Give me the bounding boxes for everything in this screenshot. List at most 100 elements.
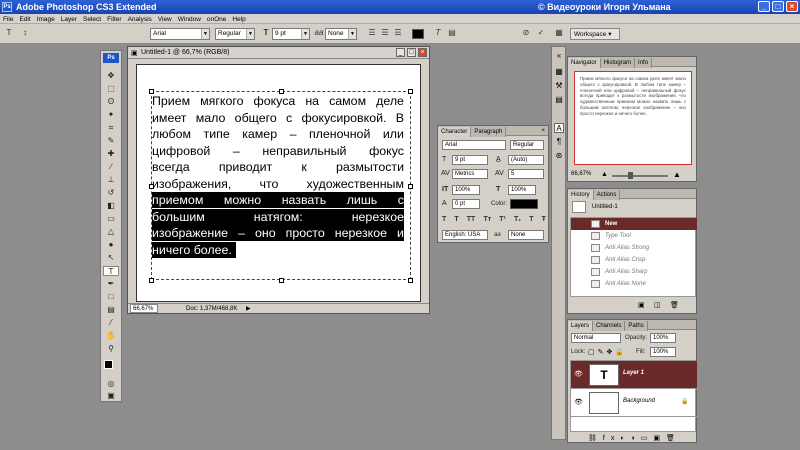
history-item[interactable]: Anti Alias Strong	[571, 242, 697, 254]
doc-close-icon[interactable]: ×	[418, 48, 427, 57]
char-vscale-field[interactable]: 100%	[452, 185, 480, 195]
font-family-select[interactable]: Arial ▼	[150, 28, 210, 40]
text-line[interactable]: большим натягом: нерезкое	[152, 208, 404, 225]
marquee-tool-icon[interactable]: ⬚	[103, 84, 119, 94]
bbox-handle[interactable]	[149, 89, 154, 94]
text-color-swatch[interactable]	[412, 29, 424, 39]
eyedropper-icon[interactable]: ⁄	[103, 318, 119, 328]
char-antialias-select[interactable]: None	[508, 230, 544, 240]
align-right-icon[interactable]: ☰	[393, 28, 403, 38]
cancel-edit-icon[interactable]: ⊘	[520, 28, 532, 38]
clone-source-icon[interactable]: ⊛	[554, 151, 564, 161]
bbox-handle[interactable]	[279, 89, 284, 94]
path-select-icon[interactable]: ↖	[103, 253, 119, 263]
gradient-tool-icon[interactable]: ▭	[103, 214, 119, 224]
character-dock-icon[interactable]: A	[554, 123, 564, 133]
bbox-handle[interactable]	[408, 184, 413, 189]
blur-tool-icon[interactable]: △	[103, 227, 119, 237]
snapshot-thumbnail[interactable]	[572, 201, 586, 213]
brushes-icon[interactable]: ▦	[553, 28, 565, 38]
opacity-field[interactable]: 100%	[650, 333, 676, 343]
navigator-zoom[interactable]: 66,67%	[571, 171, 591, 177]
notes-tool-icon[interactable]: ▤	[103, 305, 119, 315]
hand-tool-icon[interactable]: ✋	[103, 331, 119, 341]
crop-tool-icon[interactable]: ⌗	[103, 123, 119, 133]
lasso-tool-icon[interactable]: ʘ	[103, 97, 119, 107]
typo-style-button[interactable]: T₁	[514, 215, 521, 225]
text-line[interactable]: приемом можно назвать лишь с	[152, 192, 404, 208]
tab-character[interactable]: Character	[438, 127, 472, 137]
doc-minimize-icon[interactable]: _	[396, 48, 405, 57]
text-line[interactable]: изображение – оно просто нерезкое и	[152, 225, 404, 241]
typo-style-button[interactable]: TT	[467, 215, 476, 225]
brush-tool-icon[interactable]: ∕	[103, 162, 119, 172]
text-line[interactable]: цифровой – неправильный фокус	[152, 143, 404, 159]
history-item[interactable]: Anti Alias Crisp	[571, 254, 697, 266]
lock-icons[interactable]: ▢✎✥🔒	[588, 348, 627, 356]
magic-wand-icon[interactable]: ✦	[103, 110, 119, 120]
char-font-select[interactable]: Arial	[442, 140, 506, 150]
history-item[interactable]: Anti Alias Sharp	[571, 266, 697, 278]
tab-actions[interactable]: Actions	[593, 190, 621, 200]
doc-maximize-icon[interactable]: □	[407, 48, 416, 57]
tab-history[interactable]: History	[568, 190, 594, 200]
font-size-select[interactable]: 9 pt ▼	[272, 28, 310, 40]
visibility-eye-icon[interactable]: 👁	[574, 398, 583, 406]
layer-name[interactable]: Background	[623, 398, 655, 404]
align-center-icon[interactable]: ☰	[380, 28, 390, 38]
zoom-out-icon[interactable]: ▲	[601, 171, 608, 179]
text-bounding-box[interactable]: Прием мягкого фокуса на самом деле имеет мало об…	[149, 89, 413, 283]
toggle-panels-icon[interactable]: ▤	[446, 28, 458, 38]
typo-style-button[interactable]: T	[529, 215, 533, 225]
move-tool-icon[interactable]: ✥	[103, 71, 119, 81]
slice-tool-icon[interactable]: ✎	[103, 136, 119, 146]
visibility-eye-icon[interactable]: 👁	[574, 370, 583, 378]
typo-style-button[interactable]: T¹	[499, 215, 506, 225]
text-orientation-icon[interactable]: ↕	[20, 28, 30, 38]
char-kerning-field[interactable]: Metrics	[452, 169, 488, 179]
layer-comps-icon[interactable]: ▤	[554, 95, 564, 105]
blend-mode-select[interactable]: Normal	[571, 333, 621, 343]
font-style-select[interactable]: Regular ▼	[215, 28, 255, 40]
snapshot-label[interactable]: Untitled-1	[592, 202, 618, 212]
history-item[interactable]: New	[571, 218, 697, 230]
bbox-handle[interactable]	[279, 278, 284, 283]
stamp-tool-icon[interactable]: ⊥	[103, 175, 119, 185]
align-left-icon[interactable]: ☰	[367, 28, 377, 38]
tab-navigator[interactable]: Navigator	[568, 58, 601, 68]
tab-paths[interactable]: Paths	[625, 321, 648, 331]
brushes-dock-icon[interactable]: ▦	[554, 67, 564, 77]
char-size-field[interactable]: 9 pt	[452, 155, 488, 165]
navigator-preview[interactable]: Прием мягкого фокуса на самом деле имеет…	[574, 71, 692, 165]
type-tool-active-icon[interactable]: T	[103, 266, 119, 276]
typo-style-button[interactable]: T	[442, 215, 446, 225]
bbox-handle[interactable]	[408, 278, 413, 283]
text-line[interactable]: Прием мягкого фокуса на самом деле	[152, 93, 404, 109]
warp-text-icon[interactable]: T	[432, 28, 444, 38]
tab-channels[interactable]: Channels	[593, 321, 626, 331]
workspace-button[interactable]: Workspace ▾	[570, 28, 620, 40]
healing-brush-icon[interactable]: ✚	[103, 149, 119, 159]
close-icon[interactable]: ×	[786, 1, 798, 12]
shape-tool-icon[interactable]: □	[103, 292, 119, 302]
char-color-swatch[interactable]	[510, 199, 538, 209]
typo-style-button[interactable]: Ŧ	[542, 215, 546, 225]
history-item[interactable]: Type Tool	[571, 230, 697, 242]
maximize-icon[interactable]: □	[772, 1, 784, 12]
antialias-select[interactable]: None ▼	[325, 28, 357, 40]
text-line[interactable]: всегда приводит к размытости	[152, 159, 404, 175]
panel-close-icon[interactable]: ×	[541, 126, 545, 136]
screen-mode-icon[interactable]: ▣	[103, 391, 119, 401]
status-arrow-icon[interactable]: ▶	[246, 304, 251, 314]
bbox-handle[interactable]	[149, 184, 154, 189]
new-snapshot-icon[interactable]: ◫	[654, 301, 661, 309]
char-baseline-field[interactable]: 0 pt	[452, 199, 480, 209]
zoom-field[interactable]: 66,67%	[130, 304, 158, 313]
collapse-icon[interactable]: «	[554, 51, 564, 61]
quick-mask-icon[interactable]: ◎	[103, 379, 119, 389]
text-line[interactable]: любом типе камер – пленочной или	[152, 126, 404, 142]
tab-info[interactable]: Info	[635, 58, 653, 68]
foreground-color-swatch[interactable]	[104, 360, 113, 369]
bbox-handle[interactable]	[149, 278, 154, 283]
tab-histogram[interactable]: Histogram	[600, 58, 636, 68]
